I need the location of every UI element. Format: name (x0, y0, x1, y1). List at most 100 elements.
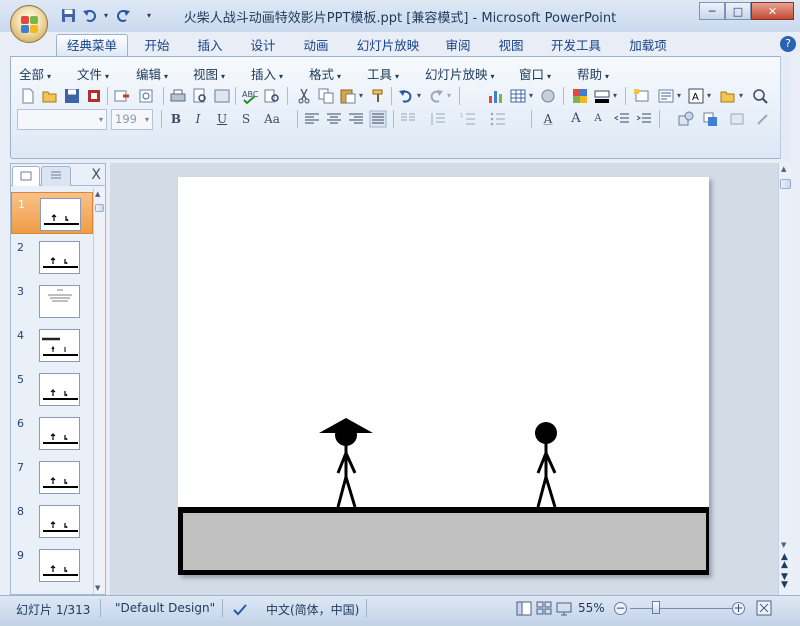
help-icon[interactable]: ? (780, 36, 796, 52)
menu-slide-show[interactable]: 幻灯片放映 ▾ (425, 64, 495, 83)
menu-file[interactable]: 文件 ▾ (77, 64, 109, 83)
text-box-dropdown-icon[interactable]: ▾ (705, 87, 713, 105)
tab-classic-menu[interactable]: 经典菜单 (56, 34, 128, 57)
align-center-icon[interactable] (325, 110, 343, 128)
spell-check-icon[interactable] (232, 601, 248, 617)
scroll-down-icon[interactable]: ▼ (781, 541, 786, 549)
scroll-down-icon[interactable]: ▼ (95, 584, 100, 592)
theme-name[interactable]: "Default Design" (115, 601, 215, 615)
change-case-button[interactable]: Aa (259, 110, 285, 128)
redo-dropdown-icon[interactable]: ▾ (445, 87, 453, 105)
new-slide-icon[interactable] (633, 87, 651, 105)
save-icon[interactable] (63, 87, 81, 105)
language-indicator[interactable]: 中文(简体，中国) (266, 601, 359, 618)
italic-button[interactable]: I (189, 110, 207, 128)
table-dropdown-icon[interactable]: ▾ (527, 87, 535, 105)
scroll-thumb[interactable] (780, 179, 791, 189)
bold-button[interactable]: B (167, 110, 185, 128)
menu-view[interactable]: 视图 ▾ (193, 64, 225, 83)
tab-view[interactable]: 视图 (491, 36, 531, 56)
tab-insert[interactable]: 插入 (190, 36, 230, 56)
bullets-icon[interactable] (489, 110, 507, 128)
slide-thumbnail[interactable]: 6 (11, 412, 93, 454)
maximize-button[interactable]: □ (725, 2, 751, 20)
shapes-icon[interactable] (677, 110, 695, 128)
close-pane-icon[interactable]: X (91, 167, 101, 183)
increase-indent-icon[interactable] (635, 110, 653, 128)
decrease-indent-icon[interactable] (613, 110, 631, 128)
slide-thumbnail[interactable]: 5 (11, 368, 93, 410)
copy-icon[interactable] (317, 87, 335, 105)
fill-color-icon[interactable] (593, 87, 611, 105)
menu-edit[interactable]: 编辑 ▾ (136, 64, 168, 83)
current-slide[interactable] (177, 177, 712, 576)
stickman-with-hat[interactable] (319, 418, 373, 508)
normal-view-icon[interactable] (516, 601, 532, 616)
menu-format[interactable]: 格式 ▾ (309, 64, 341, 83)
line-spacing-icon[interactable] (429, 110, 447, 128)
slide-show-view-icon[interactable] (556, 601, 572, 616)
next-slide-icon[interactable]: ▼ ▼ (781, 573, 788, 590)
grow-font-button[interactable]: A (567, 110, 585, 128)
tab-review[interactable]: 审阅 (438, 36, 478, 56)
slide-layout-icon[interactable] (657, 87, 675, 105)
slide-thumbnail[interactable]: 7 (11, 456, 93, 498)
scroll-up-icon[interactable]: ▲ (781, 165, 786, 173)
research-icon[interactable] (263, 87, 281, 105)
tab-outline[interactable] (41, 166, 71, 186)
undo-dropdown-icon[interactable]: ▾ (415, 87, 423, 105)
align-right-icon[interactable] (347, 110, 365, 128)
fill-dropdown-icon[interactable]: ▾ (611, 87, 619, 105)
format-painter-icon[interactable] (369, 87, 387, 105)
minimize-button[interactable]: ─ (699, 2, 725, 20)
slide-thumbnail[interactable]: 9 (11, 544, 93, 586)
tab-slides-thumbnails[interactable] (12, 166, 40, 186)
font-color-button[interactable]: A (539, 110, 557, 128)
layout-dropdown-icon[interactable]: ▾ (675, 87, 683, 105)
paste-dropdown-icon[interactable]: ▾ (357, 87, 365, 105)
cut-icon[interactable] (295, 87, 313, 105)
folder-dropdown-icon[interactable]: ▾ (737, 87, 745, 105)
stickman[interactable] (535, 422, 557, 508)
redo-icon[interactable] (427, 87, 445, 105)
ground-box[interactable] (177, 507, 712, 576)
zoom-slider-track[interactable] (630, 608, 734, 609)
zoom-slider-knob[interactable] (652, 601, 660, 614)
tab-developer[interactable]: 开发工具 (544, 36, 608, 56)
zoom-level[interactable]: 55% (578, 601, 605, 615)
new-document-icon[interactable] (19, 87, 37, 105)
menu-tools[interactable]: 工具 ▾ (367, 64, 399, 83)
menu-help[interactable]: 帮助 ▾ (577, 64, 609, 83)
vertical-scrollbar[interactable]: ▲ ▼ ▲ ▲ ▼ ▼ (778, 163, 792, 595)
columns-icon[interactable] (399, 110, 417, 128)
slide-view-icon[interactable] (213, 87, 231, 105)
menu-all[interactable]: 全部 ▾ (19, 64, 51, 83)
slide-thumbnail[interactable]: 3 (11, 280, 93, 322)
open-folder-icon[interactable] (41, 87, 59, 105)
font-name-combo[interactable]: ▾ (17, 109, 107, 130)
numbering-icon[interactable]: 1 (459, 110, 477, 128)
menu-insert[interactable]: 插入 ▾ (251, 64, 283, 83)
insert-chart-icon[interactable] (487, 87, 505, 105)
align-left-icon[interactable] (303, 110, 321, 128)
slide-thumbnail[interactable]: 1 (11, 192, 93, 234)
justify-icon[interactable] (369, 110, 387, 128)
print-icon[interactable] (169, 87, 187, 105)
font-size-combo[interactable]: 199 ▾ (111, 109, 153, 130)
tab-add-ins[interactable]: 加载项 (622, 36, 674, 56)
tab-slide-show[interactable]: 幻灯片放映 (350, 36, 426, 56)
slide-thumbnail[interactable]: 2 (11, 236, 93, 278)
previous-slide-icon[interactable]: ▲ ▲ (781, 553, 788, 570)
text-box-icon[interactable]: A (687, 87, 705, 105)
zoom-out-button[interactable]: − (614, 602, 627, 615)
ribbon-scrollbar[interactable] (780, 56, 790, 159)
shadow-button[interactable]: S (237, 110, 255, 128)
outline-icon[interactable] (755, 110, 773, 128)
shape-style-icon[interactable] (729, 110, 747, 128)
fit-to-window-icon[interactable] (756, 600, 772, 616)
scroll-thumb[interactable] (95, 204, 104, 212)
menu-window[interactable]: 窗口 ▾ (519, 64, 551, 83)
publish-icon[interactable] (137, 87, 155, 105)
email-icon[interactable] (113, 87, 131, 105)
arrange-icon[interactable] (701, 110, 719, 128)
